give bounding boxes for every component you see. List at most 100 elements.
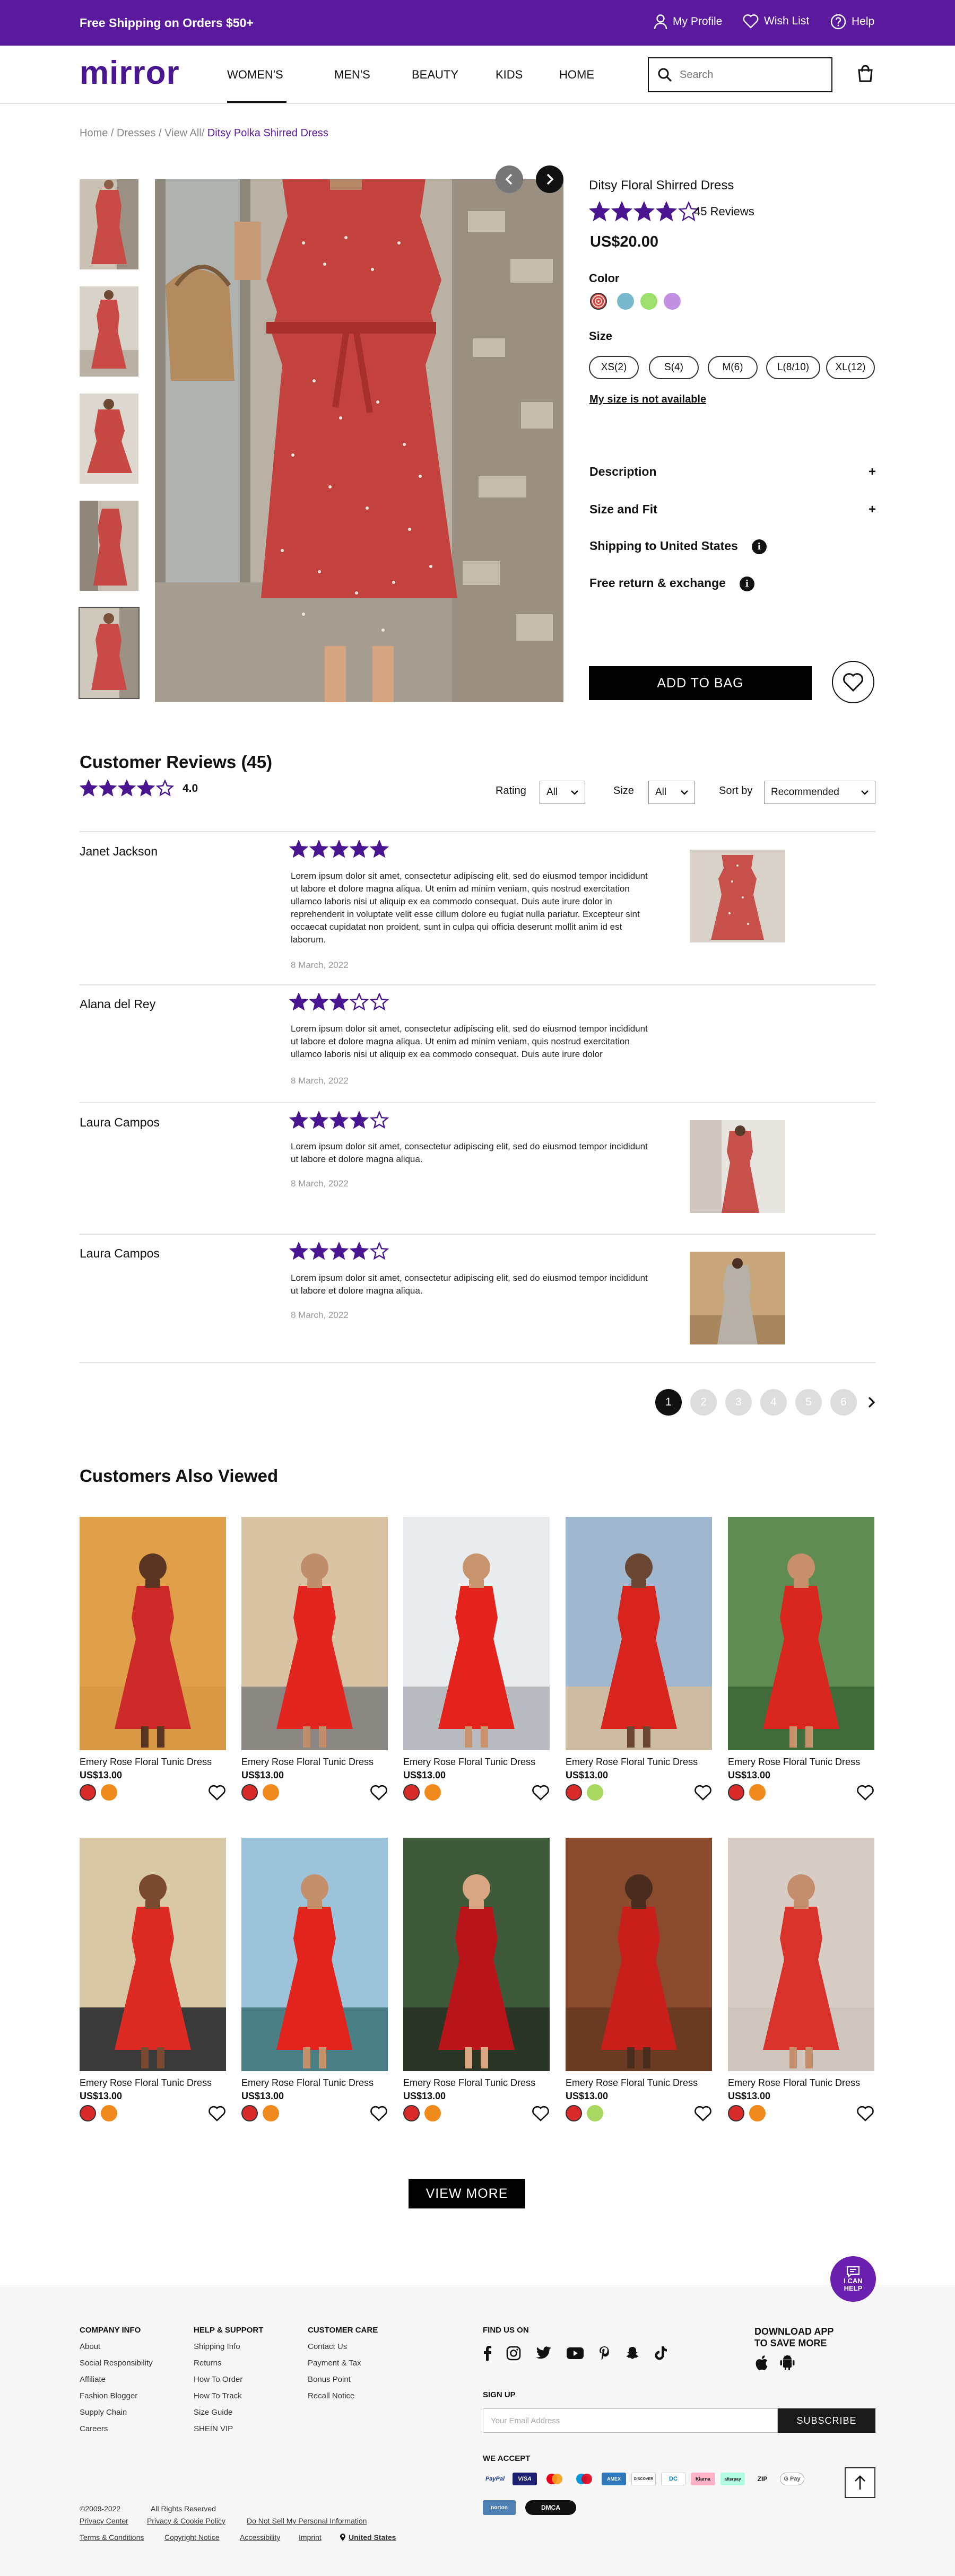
product-card-name[interactable]: Emery Rose Floral Tunic Dress [80, 1757, 226, 1768]
color-swatch-alt[interactable] [101, 1784, 117, 1801]
my-profile-link[interactable]: My Profile [654, 14, 722, 30]
color-swatch-red[interactable] [403, 2105, 420, 2121]
color-swatch-alt[interactable] [101, 2105, 117, 2121]
help-link[interactable]: Help [830, 14, 874, 30]
heart-icon[interactable] [370, 2105, 388, 2122]
product-card[interactable]: Emery Rose Floral Tunic Dress US$13.00 [566, 1838, 712, 2123]
product-card-name[interactable]: Emery Rose Floral Tunic Dress [728, 1757, 874, 1768]
footer-link[interactable]: Size Guide [194, 2408, 263, 2417]
color-swatch-alt[interactable] [424, 1784, 441, 1801]
page-3-button[interactable]: 3 [725, 1389, 752, 1416]
nav-beauty[interactable]: BEAUTY [412, 68, 458, 82]
rating-filter-dropdown[interactable]: All [540, 781, 585, 804]
color-swatch-alt[interactable] [263, 2105, 279, 2121]
product-card-image[interactable] [241, 1838, 388, 2071]
product-card-name[interactable]: Emery Rose Floral Tunic Dress [728, 2077, 874, 2089]
next-page-button[interactable] [867, 1396, 875, 1408]
review-photo[interactable] [690, 850, 785, 942]
privacy-center-link[interactable]: Privacy Center [80, 2517, 128, 2525]
size-filter-dropdown[interactable]: All [648, 781, 695, 804]
product-card[interactable]: Emery Rose Floral Tunic Dress US$13.00 [80, 1517, 226, 1802]
product-card-image[interactable] [728, 1838, 874, 2071]
nav-home[interactable]: HOME [559, 68, 594, 82]
color-swatch-green[interactable] [640, 293, 657, 310]
accordion-size-fit[interactable]: Size and Fit + [589, 502, 876, 517]
product-card-image[interactable] [80, 1838, 226, 2071]
nav-womens[interactable]: WOMEN'S [227, 68, 283, 82]
privacy-cookie-link[interactable]: Privacy & Cookie Policy [147, 2517, 225, 2525]
heart-icon[interactable] [694, 1784, 712, 1801]
nav-kids[interactable]: KIDS [496, 68, 523, 82]
help-chat-button[interactable]: I CAN HELP [830, 2256, 876, 2302]
facebook-icon[interactable] [483, 2346, 491, 2361]
heart-icon[interactable] [532, 2105, 550, 2122]
size-option-xs[interactable]: XS(2) [589, 356, 639, 379]
color-swatch-purple[interactable] [664, 293, 681, 310]
region-selector[interactable]: United States [340, 2533, 396, 2542]
product-card-name[interactable]: Emery Rose Floral Tunic Dress [566, 1757, 712, 1768]
view-more-button[interactable]: VIEW MORE [409, 2179, 525, 2208]
footer-link[interactable]: Affiliate [80, 2375, 153, 2384]
pinterest-icon[interactable] [598, 2346, 610, 2361]
thumbnail-4[interactable] [80, 501, 138, 591]
search-input[interactable] [680, 68, 812, 81]
footer-link[interactable]: Careers [80, 2424, 153, 2433]
footer-link[interactable]: How To Order [194, 2375, 263, 2384]
copyright-notice-link[interactable]: Copyright Notice [164, 2533, 220, 2542]
color-swatch-red[interactable] [241, 2105, 258, 2121]
footer-link[interactable]: Shipping Info [194, 2342, 263, 2351]
accessibility-link[interactable]: Accessibility [240, 2533, 280, 2542]
size-option-s[interactable]: S(4) [649, 356, 699, 379]
heart-icon[interactable] [532, 1784, 550, 1801]
footer-link[interactable]: About [80, 2342, 153, 2351]
gallery-prev-button[interactable] [496, 165, 523, 193]
add-to-bag-button[interactable]: ADD TO BAG [589, 666, 812, 700]
product-card-name[interactable]: Emery Rose Floral Tunic Dress [80, 2077, 226, 2089]
accordion-shipping[interactable]: Shipping to United States i [589, 539, 876, 554]
product-reviews-count[interactable]: 45 Reviews [694, 205, 754, 219]
subscribe-button[interactable]: SUBSCRIBE [778, 2408, 875, 2433]
twitter-icon[interactable] [536, 2346, 552, 2360]
product-card[interactable]: Emery Rose Floral Tunic Dress US$13.00 [80, 1838, 226, 2123]
page-6-button[interactable]: 6 [830, 1389, 857, 1416]
color-swatch-red[interactable] [566, 1784, 582, 1801]
terms-link[interactable]: Terms & Conditions [80, 2533, 144, 2542]
email-field[interactable]: Your Email Address [483, 2408, 778, 2433]
heart-icon[interactable] [694, 2105, 712, 2122]
breadcrumb-dresses[interactable]: Dresses [117, 127, 155, 139]
footer-link[interactable]: Contact Us [308, 2342, 378, 2351]
footer-link[interactable]: Recall Notice [308, 2391, 378, 2400]
size-not-available-link[interactable]: My size is not available [589, 394, 706, 406]
page-5-button[interactable]: 5 [795, 1389, 822, 1416]
footer-link[interactable]: Supply Chain [80, 2408, 153, 2417]
imprint-link[interactable]: Imprint [299, 2533, 322, 2542]
color-swatch-red[interactable] [566, 2105, 582, 2121]
product-card-image[interactable] [403, 1517, 550, 1750]
product-card-image[interactable] [566, 1838, 712, 2071]
nav-mens[interactable]: MEN'S [334, 68, 370, 82]
footer-link[interactable]: Bonus Point [308, 2375, 378, 2384]
size-option-l[interactable]: L(8/10) [766, 356, 820, 379]
product-card[interactable]: Emery Rose Floral Tunic Dress US$13.00 [403, 1838, 550, 2123]
accordion-description[interactable]: Description + [589, 465, 876, 479]
accordion-returns[interactable]: Free return & exchange i [589, 576, 876, 591]
product-card[interactable]: Emery Rose Floral Tunic Dress US$13.00 [241, 1517, 388, 1802]
footer-link[interactable]: How To Track [194, 2391, 263, 2400]
heart-icon[interactable] [856, 1784, 874, 1801]
product-card-name[interactable]: Emery Rose Floral Tunic Dress [403, 1757, 550, 1768]
color-swatch-red[interactable] [80, 2105, 96, 2121]
product-card-name[interactable]: Emery Rose Floral Tunic Dress [241, 1757, 388, 1768]
color-swatch-red[interactable] [241, 1784, 258, 1801]
page-4-button[interactable]: 4 [760, 1389, 787, 1416]
color-swatch-red[interactable] [728, 1784, 744, 1801]
page-1-button[interactable]: 1 [655, 1389, 682, 1416]
review-photo[interactable] [690, 1252, 785, 1344]
gallery-next-button[interactable] [536, 165, 563, 193]
brand-logo[interactable]: mirror [80, 54, 180, 92]
heart-icon[interactable] [856, 2105, 874, 2122]
heart-icon[interactable] [208, 1784, 226, 1801]
color-swatch-alt[interactable] [587, 2105, 603, 2121]
youtube-icon[interactable] [567, 2347, 584, 2360]
color-swatch-red[interactable] [403, 1784, 420, 1801]
product-card[interactable]: Emery Rose Floral Tunic Dress US$13.00 [241, 1838, 388, 2123]
